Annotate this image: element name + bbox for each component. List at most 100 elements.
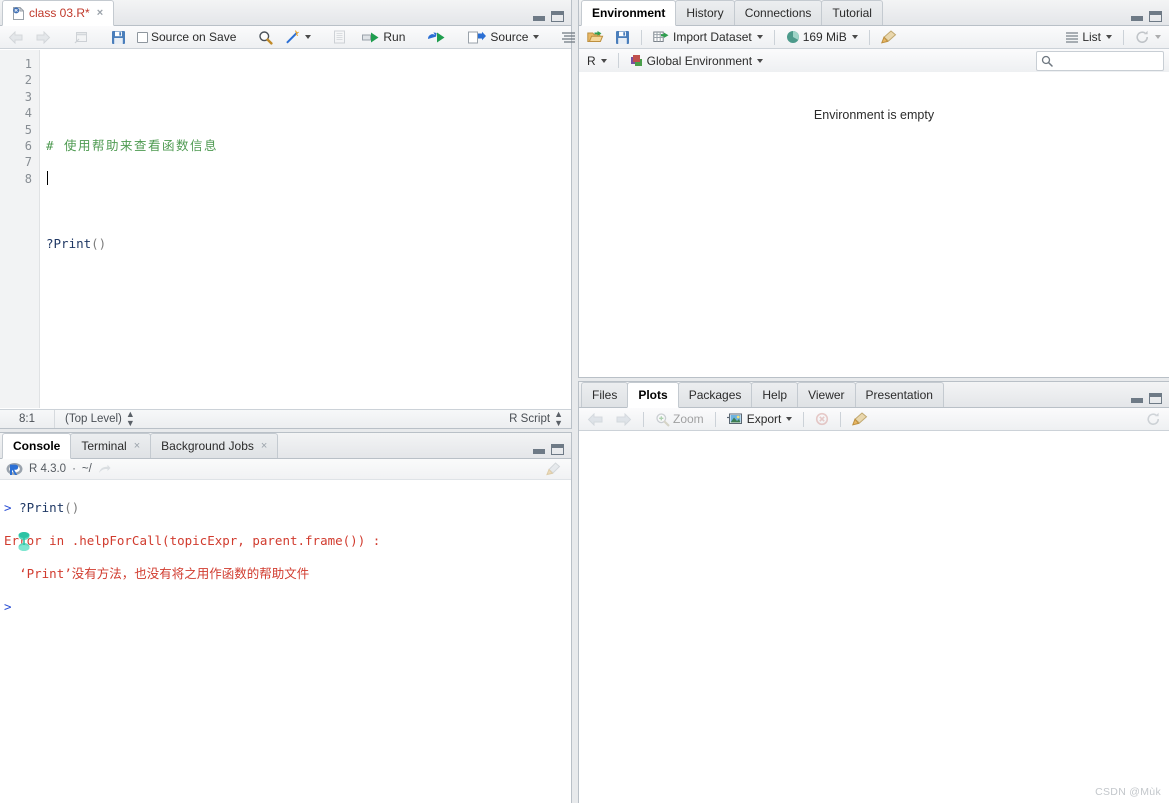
save-icon[interactable] (108, 29, 129, 46)
refresh-caret-icon[interactable] (1155, 35, 1161, 39)
outline-icon[interactable] (558, 30, 579, 45)
tab-plots-label: Plots (638, 388, 668, 402)
console-input-1: ?Print (19, 499, 65, 515)
maximize-plots-pane-icon[interactable] (1149, 393, 1162, 404)
console-line-prompt-2: > (4, 599, 567, 616)
tab-viewer[interactable]: Viewer (797, 382, 856, 407)
environment-pane-buttons (1131, 11, 1169, 25)
console-tabbar: Console Terminal × Background Jobs × (0, 433, 571, 459)
clear-console-icon[interactable] (546, 462, 565, 476)
export-caret-icon[interactable] (786, 417, 793, 421)
global-environment-selector[interactable]: Global Environment (627, 53, 766, 69)
clear-objects-icon[interactable] (878, 29, 900, 45)
r-file-icon: R (13, 6, 24, 20)
plots-tabbar: Files Plots Packages Help Viewer Present… (579, 382, 1169, 408)
console-prompt-1: > (4, 499, 12, 515)
filetype-chevron-icon[interactable]: ▲ ▼ (554, 410, 563, 428)
maximize-environment-pane-icon[interactable] (1149, 11, 1162, 22)
plots-refresh-icon[interactable] (1143, 411, 1164, 427)
line-number: 1 (24, 57, 32, 71)
clear-plots-icon[interactable] (849, 411, 871, 427)
source-on-save-checkbox[interactable]: Source on Save (134, 29, 239, 45)
source-tab-class03[interactable]: R class 03.R* × (2, 0, 115, 26)
toolbar-separator (868, 29, 870, 45)
forward-arrow-icon[interactable] (32, 30, 54, 45)
open-folder-icon[interactable] (584, 29, 607, 45)
source-caret-icon[interactable] (533, 35, 540, 39)
code-text-area[interactable]: # 使用帮助来查看函数信息 ?Print() (40, 50, 571, 408)
minimize-plots-pane-icon[interactable] (1131, 394, 1143, 403)
tab-files[interactable]: Files (581, 382, 629, 407)
console-header-sep: · (72, 463, 76, 475)
plots-forward-arrow-icon[interactable] (612, 412, 635, 427)
remove-plot-icon[interactable] (812, 411, 832, 427)
line-number: 7 (24, 155, 32, 170)
source-tab-close-icon[interactable]: × (97, 7, 103, 19)
open-in-window-icon[interactable] (98, 464, 111, 475)
magic-wand-icon[interactable] (281, 29, 314, 46)
environment-search-box[interactable] (1036, 50, 1164, 71)
language-selector[interactable]: R (584, 53, 610, 69)
maximize-source-pane-icon[interactable] (551, 11, 564, 22)
environment-scope-bar: R Global Environment (579, 49, 1169, 73)
source-toolbar: Source on Save Run Source (0, 26, 576, 49)
toolbar-separator (617, 53, 619, 68)
save-workspace-icon[interactable] (612, 29, 633, 46)
refresh-environment-icon[interactable] (1132, 29, 1164, 45)
tab-plots[interactable]: Plots (627, 382, 679, 408)
tab-help-label: Help (762, 388, 788, 402)
magic-wand-caret-icon[interactable] (305, 35, 312, 39)
export-plot-button[interactable]: Export (724, 411, 796, 427)
memory-caret-icon[interactable] (851, 35, 858, 39)
memory-usage-button[interactable]: 169 MiB (783, 29, 861, 45)
tab-tutorial[interactable]: Tutorial (821, 0, 883, 25)
tab-environment[interactable]: Environment (581, 0, 677, 26)
tab-console[interactable]: Console (2, 433, 72, 459)
environment-search-input[interactable] (1057, 54, 1159, 67)
tab-connections[interactable]: Connections (733, 0, 823, 25)
tab-terminal[interactable]: Terminal × (70, 433, 152, 458)
plots-back-arrow-icon[interactable] (584, 412, 607, 427)
line-number: 5 (24, 122, 32, 137)
tab-help[interactable]: Help (751, 382, 799, 407)
zoom-plot-button[interactable]: Zoom (652, 411, 707, 428)
tab-console-label: Console (13, 439, 61, 453)
minimize-console-pane-icon[interactable] (533, 445, 545, 454)
tab-presentation[interactable]: Presentation (854, 382, 944, 407)
tab-background-jobs-close-icon[interactable]: × (261, 440, 267, 452)
plots-body (579, 431, 1169, 803)
tab-terminal-close-icon[interactable]: × (134, 440, 140, 452)
working-directory-label[interactable]: ~/ (82, 463, 92, 475)
editor-body[interactable]: 1 2 3 4 5 6 7 8 # 使用帮助来查看函数信息 ?Print() (0, 50, 571, 408)
import-dataset-caret-icon[interactable] (756, 35, 763, 39)
source-on-save-box[interactable] (137, 31, 148, 43)
source-button[interactable]: Source (465, 29, 542, 45)
tab-background-jobs[interactable]: Background Jobs × (150, 433, 279, 458)
console-output[interactable]: > ?Print() Error in .helpForCall(topicEx… (0, 481, 571, 803)
show-in-new-window-icon[interactable] (70, 29, 92, 45)
toolbar-separator (803, 411, 805, 427)
scope-chevron-icon[interactable]: ▲ ▼ (126, 410, 135, 428)
list-view-caret-icon[interactable] (1106, 35, 1112, 39)
list-view-button[interactable]: List (1062, 29, 1115, 45)
minimize-source-pane-icon[interactable] (533, 12, 545, 21)
language-caret-icon[interactable] (600, 58, 607, 63)
maximize-console-pane-icon[interactable] (551, 444, 564, 455)
tab-viewer-label: Viewer (808, 388, 845, 402)
memory-usage-label: 169 MiB (802, 30, 847, 44)
export-plot-label: Export (746, 412, 782, 426)
filetype-selector[interactable]: R Script ▲ ▼ (499, 410, 571, 428)
rerun-icon[interactable] (424, 30, 449, 45)
import-dataset-button[interactable]: Import Dataset (650, 29, 766, 45)
minimize-environment-pane-icon[interactable] (1131, 12, 1143, 21)
run-button[interactable]: Run (359, 29, 408, 45)
tab-history[interactable]: History (675, 0, 735, 25)
plots-pane: Files Plots Packages Help Viewer Present… (578, 381, 1169, 803)
tab-packages[interactable]: Packages (677, 382, 753, 407)
back-arrow-icon[interactable] (5, 30, 27, 45)
compile-report-icon[interactable] (330, 29, 349, 45)
global-environment-caret-icon[interactable] (757, 58, 764, 63)
editor-statusbar: 8:1 (Top Level) ▲ ▼ R Script ▲ ▼ (0, 409, 571, 428)
magnifier-icon[interactable] (255, 29, 276, 46)
scope-selector[interactable]: (Top Level) ▲ ▼ (55, 410, 135, 428)
